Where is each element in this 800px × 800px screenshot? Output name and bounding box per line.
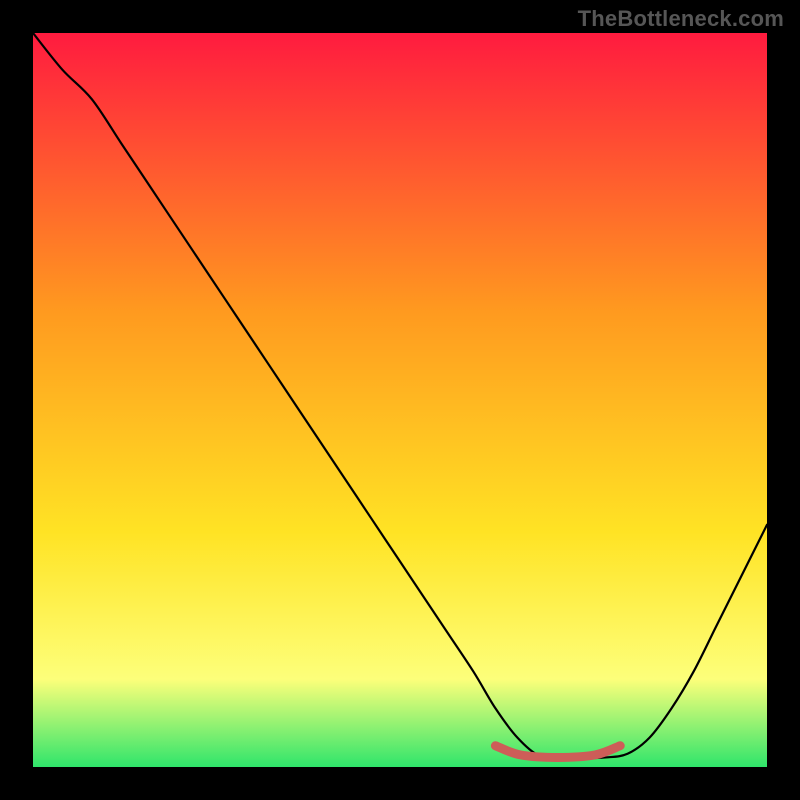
chart-frame: TheBottleneck.com [0,0,800,800]
gradient-background [33,33,767,767]
plot-area [33,33,767,767]
chart-svg [33,33,767,767]
watermark-text: TheBottleneck.com [578,6,784,32]
